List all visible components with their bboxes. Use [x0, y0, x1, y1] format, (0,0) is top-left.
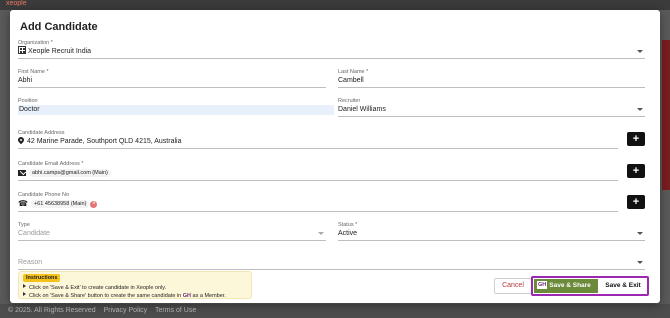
brand-logo: xeople	[6, 0, 27, 7]
last-name-value: Cambell	[338, 77, 364, 84]
position-field[interactable]: Position Doctor	[18, 98, 334, 116]
save-buttons-highlight: GH Save & Share Save & Exit	[531, 276, 649, 296]
phone-icon: ☎	[18, 199, 28, 208]
background-top-bar: xeople	[0, 0, 670, 10]
first-name-value: Abhi	[18, 77, 33, 84]
email-chip: abhi.camps@gmail.com (Main)	[29, 169, 111, 177]
address-value: 42 Marine Parade, Southport QLD 4215, Au…	[27, 137, 182, 145]
footer-link-terms[interactable]: Terms of Use	[155, 307, 196, 314]
status-label: Status *	[338, 222, 358, 228]
add-address-button[interactable]: +	[627, 132, 645, 146]
save-and-share-button[interactable]: GH Save & Share	[534, 279, 598, 293]
type-select[interactable]: Type Candidate	[18, 222, 326, 241]
recruiter-value: Daniel Williams	[338, 106, 386, 113]
instructions-title: Instructions	[23, 274, 61, 282]
instruction-line-1: Click on 'Save & Exit' to create candida…	[23, 284, 166, 291]
type-value: Candidate	[18, 230, 50, 237]
footer-copyright: © 2025. All Rights Reserved	[8, 307, 96, 314]
recruiter-select[interactable]: Recruiter Daniel Williams	[338, 98, 645, 117]
type-label: Type	[18, 222, 30, 228]
phone-chip: +61 45638958 (Main)	[30, 200, 90, 208]
remove-phone-icon[interactable]: ×	[90, 200, 98, 208]
modal-title: Add Candidate	[20, 21, 98, 33]
chevron-down-icon	[637, 232, 643, 235]
email-label: Candidate Email Address *	[18, 161, 84, 167]
chevron-down-icon	[637, 108, 643, 111]
organization-value: Xeople Recruit India	[28, 48, 92, 55]
organization-select[interactable]: Organization * Xeople Recruit India	[18, 40, 645, 59]
phone-label: Candidate Phone No	[18, 192, 70, 198]
recruiter-label: Recruiter	[338, 98, 361, 104]
add-candidate-modal: Add Candidate Organization * Xeople Recr…	[10, 10, 660, 303]
background-footer: © 2025. All Rights Reserved Privacy Poli…	[0, 304, 670, 318]
gh-logo-icon: GH	[182, 293, 191, 299]
arrow-right-icon	[23, 292, 26, 296]
status-select[interactable]: Status * Active	[338, 222, 645, 241]
background-side-tab	[662, 40, 670, 190]
last-name-label: Last Name *	[338, 69, 369, 75]
first-name-field[interactable]: First Name * Abhi	[18, 69, 326, 88]
footer-link-privacy[interactable]: Privacy Policy	[104, 307, 148, 314]
reason-select[interactable]: Reason	[18, 256, 645, 270]
location-pin-icon	[18, 137, 24, 145]
address-field[interactable]: Candidate Address 42 Marine Parade, Sout…	[18, 130, 618, 149]
add-email-button[interactable]: +	[627, 164, 645, 178]
last-name-field[interactable]: Last Name * Cambell	[338, 69, 645, 88]
reason-placeholder: Reason	[18, 259, 43, 266]
gh-logo-icon: GH	[537, 281, 548, 289]
email-field[interactable]: Candidate Email Address * abhi.camps@gma…	[18, 161, 618, 181]
save-and-exit-button[interactable]: Save & Exit	[599, 279, 647, 293]
chevron-down-icon	[637, 50, 643, 53]
arrow-right-icon	[23, 284, 26, 288]
add-phone-button[interactable]: +	[627, 195, 645, 209]
position-label: Position	[18, 98, 38, 104]
save-and-share-label: Save & Share	[549, 282, 591, 289]
mail-icon	[18, 170, 26, 176]
instruction-line-2: Click on 'Save & Share' button to create…	[23, 292, 226, 299]
instructions-box: Instructions Click on 'Save & Exit' to c…	[18, 271, 252, 299]
status-value: Active	[338, 230, 358, 237]
chevron-down-icon	[318, 232, 324, 235]
building-icon	[18, 46, 26, 54]
address-label: Candidate Address	[18, 130, 65, 136]
position-value: Doctor	[18, 105, 334, 115]
chevron-down-icon	[637, 261, 643, 264]
cancel-button[interactable]: Cancel	[494, 278, 532, 294]
first-name-label: First Name *	[18, 69, 49, 75]
phone-field[interactable]: Candidate Phone No ☎ +61 45638958 (Main) ×	[18, 192, 618, 212]
